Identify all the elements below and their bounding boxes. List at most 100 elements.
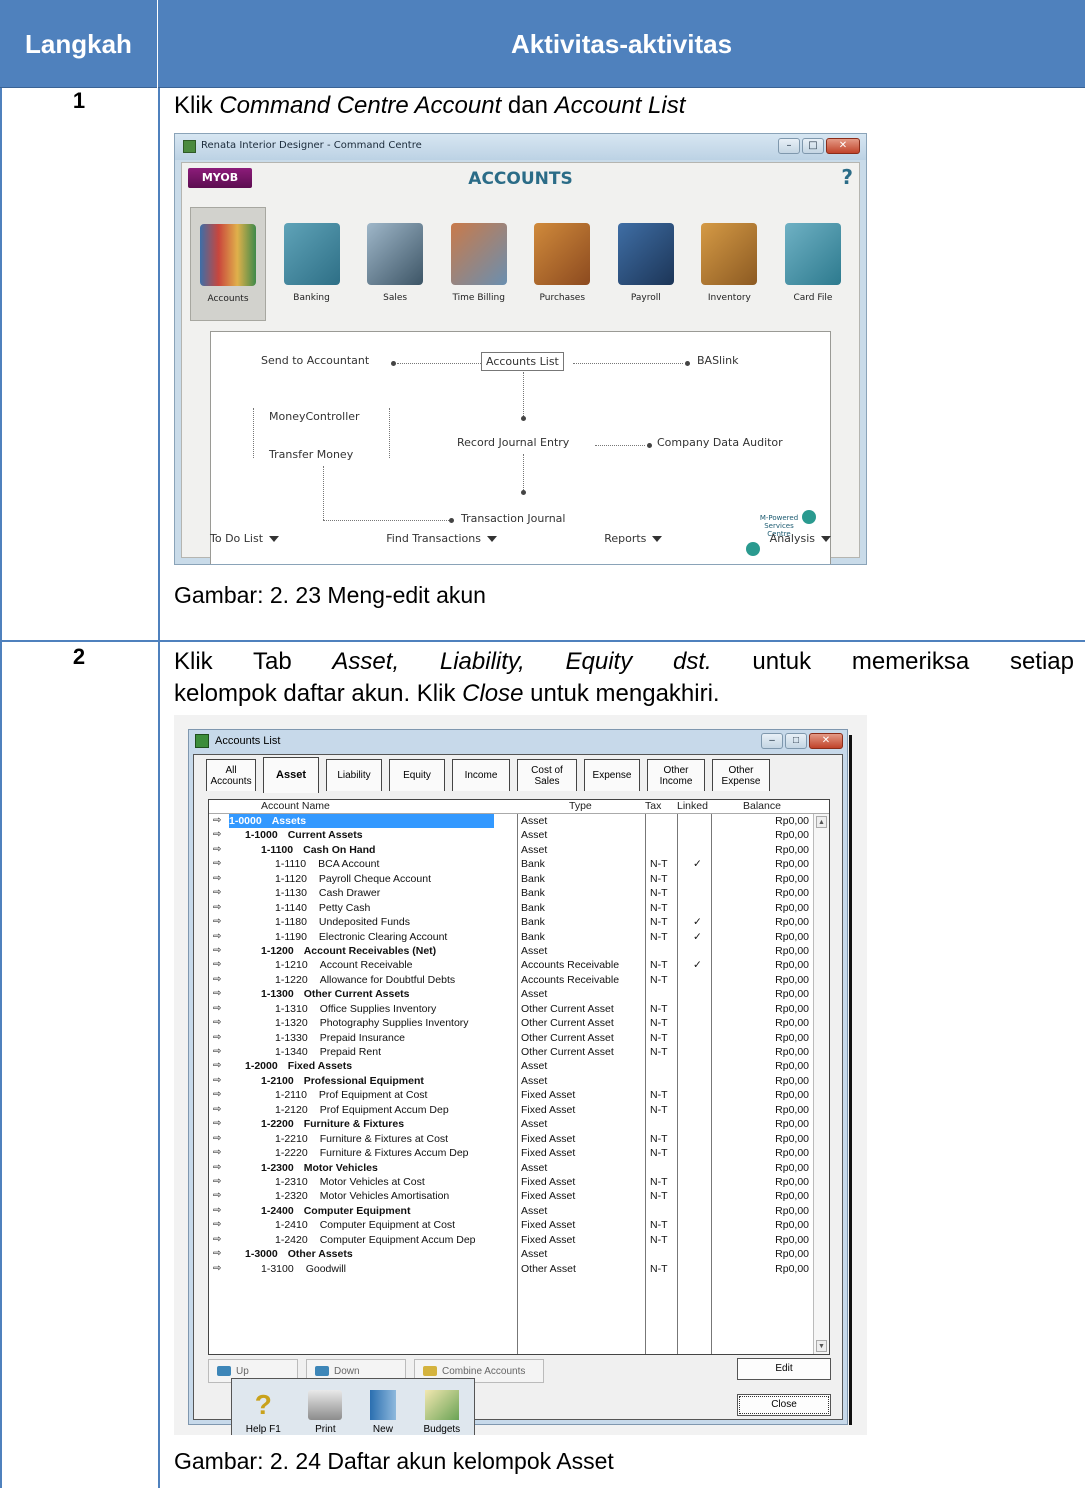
account-row[interactable]: ⇨ 1-1300 Other Current Assets Asset Rp0,00 xyxy=(209,987,829,1001)
column-account-name[interactable]: Account Name xyxy=(261,800,330,812)
account-row[interactable]: ⇨ 1-1310 Office Supplies Inventory Other Cu… xyxy=(209,1002,829,1016)
zoom-arrow-icon[interactable]: ⇨ xyxy=(213,1016,221,1030)
send-to-accountant-link[interactable]: Send to Accountant xyxy=(261,354,369,367)
account-row[interactable]: ⇨ 1-1200 Account Receivables (Net) Asset Rp0… xyxy=(209,944,829,958)
zoom-arrow-icon[interactable]: ⇨ xyxy=(213,828,221,842)
zoom-arrow-icon[interactable]: ⇨ xyxy=(213,886,221,900)
zoom-arrow-icon[interactable]: ⇨ xyxy=(213,915,221,929)
account-row[interactable]: ⇨ 1-2420 Computer Equipment Accum Dep Fixed… xyxy=(209,1233,829,1247)
account-row[interactable]: ⇨ 1-3000 Other Assets Asset Rp0,00 xyxy=(209,1247,829,1261)
account-row[interactable]: ⇨ 1-1110 BCA Account Bank N-T ✓ Rp0,00 xyxy=(209,857,829,871)
budgets-button[interactable]: Budgets xyxy=(423,1390,460,1435)
account-row[interactable]: ⇨ 1-1180 Undeposited Funds Bank N-T ✓ Rp0,00 xyxy=(209,915,829,929)
account-row[interactable]: ⇨ 1-1120 Payroll Cheque Account Bank N-T Rp0,… xyxy=(209,872,829,886)
tab-asset[interactable]: Asset xyxy=(263,757,319,793)
zoom-arrow-icon[interactable]: ⇨ xyxy=(213,987,221,1001)
zoom-arrow-icon[interactable]: ⇨ xyxy=(213,973,221,987)
account-row[interactable]: ⇨ 1-1100 Cash On Hand Asset Rp0,00 xyxy=(209,843,829,857)
zoom-arrow-icon[interactable]: ⇨ xyxy=(213,1002,221,1016)
reports-menu[interactable]: Reports xyxy=(604,532,663,545)
account-row[interactable]: ⇨ 1-2110 Prof Equipment at Cost Fixed Asset… xyxy=(209,1088,829,1102)
account-row[interactable]: ⇨ 1-1340 Prepaid Rent Other Current Asset N-… xyxy=(209,1045,829,1059)
zoom-arrow-icon[interactable]: ⇨ xyxy=(213,1074,221,1088)
vertical-scrollbar[interactable]: ▲ ▼ xyxy=(813,814,829,1354)
column-tax[interactable]: Tax xyxy=(645,800,661,812)
tab-other-income[interactable]: Other Income xyxy=(647,759,705,791)
company-data-auditor-link[interactable]: Company Data Auditor xyxy=(657,436,783,449)
module-purchases[interactable]: Purchases xyxy=(524,207,600,321)
account-row[interactable]: ⇨ 1-1130 Cash Drawer Bank N-T Rp0,00 xyxy=(209,886,829,900)
account-row[interactable]: ⇨ 1-1220 Allowance for Doubtful Debts Accou… xyxy=(209,973,829,987)
zoom-arrow-icon[interactable]: ⇨ xyxy=(213,1132,221,1146)
account-row[interactable]: ⇨ 1-1000 Current Assets Asset Rp0,00 xyxy=(209,828,829,842)
account-row[interactable]: ⇨ 1-1330 Prepaid Insurance Other Current As… xyxy=(209,1031,829,1045)
module-banking[interactable]: Banking xyxy=(274,207,350,321)
account-row[interactable]: ⇨ 1-2120 Prof Equipment Accum Dep Fixed Ass… xyxy=(209,1103,829,1117)
zoom-arrow-icon[interactable]: ⇨ xyxy=(213,930,221,944)
account-row[interactable]: ⇨ 1-1210 Account Receivable Accounts Receiv… xyxy=(209,958,829,972)
tab-other-expense[interactable]: Other Expense xyxy=(712,759,770,791)
zoom-arrow-icon[interactable]: ⇨ xyxy=(213,1031,221,1045)
account-row[interactable]: ⇨ 1-2210 Furniture & Fixtures at Cost Fixed… xyxy=(209,1132,829,1146)
account-row[interactable]: ⇨ 1-0000 Assets Asset Rp0,00 xyxy=(209,814,829,828)
zoom-arrow-icon[interactable]: ⇨ xyxy=(213,1247,221,1261)
zoom-arrow-icon[interactable]: ⇨ xyxy=(213,1146,221,1160)
account-row[interactable]: ⇨ 1-2410 Computer Equipment at Cost Fixed A… xyxy=(209,1218,829,1232)
module-payroll[interactable]: Payroll xyxy=(608,207,684,321)
zoom-arrow-icon[interactable]: ⇨ xyxy=(213,1218,221,1232)
account-row[interactable]: ⇨ 1-2220 Furniture & Fixtures Accum Dep Fix… xyxy=(209,1146,829,1160)
zoom-arrow-icon[interactable]: ⇨ xyxy=(213,1189,221,1203)
find-transactions-menu[interactable]: Find Transactions xyxy=(386,532,497,545)
zoom-arrow-icon[interactable]: ⇨ xyxy=(213,1059,221,1073)
account-row[interactable]: ⇨ 1-2320 Motor Vehicles Amortisation Fixed … xyxy=(209,1189,829,1203)
close-icon[interactable]: ✕ xyxy=(809,733,843,749)
zoom-arrow-icon[interactable]: ⇨ xyxy=(213,1204,221,1218)
column-linked[interactable]: Linked xyxy=(677,800,708,812)
module-accounts[interactable]: Accounts xyxy=(190,207,266,321)
edit-button[interactable]: Edit xyxy=(737,1358,831,1380)
scroll-up-icon[interactable]: ▲ xyxy=(816,816,827,828)
tab-expense[interactable]: Expense xyxy=(584,759,640,791)
account-row[interactable]: ⇨ 1-2200 Furniture & Fixtures Asset Rp0,00 xyxy=(209,1117,829,1131)
scroll-down-icon[interactable]: ▼ xyxy=(816,1340,827,1352)
new-button[interactable]: New xyxy=(369,1390,396,1435)
tab-income[interactable]: Income xyxy=(452,759,510,791)
to-do-list-menu[interactable]: To Do List xyxy=(210,532,280,545)
column-type[interactable]: Type xyxy=(569,800,592,812)
tab-equity[interactable]: Equity xyxy=(389,759,445,791)
account-row[interactable]: ⇨ 1-1140 Petty Cash Bank N-T Rp0,00 xyxy=(209,901,829,915)
zoom-arrow-icon[interactable]: ⇨ xyxy=(213,1117,221,1131)
maximize-icon[interactable]: □ xyxy=(802,138,824,154)
account-row[interactable]: ⇨ 1-1320 Photography Supplies Inventory Oth… xyxy=(209,1016,829,1030)
tab-all-accounts[interactable]: All Accounts xyxy=(206,759,256,791)
accounts-list-link[interactable]: Accounts List xyxy=(481,352,564,371)
zoom-arrow-icon[interactable]: ⇨ xyxy=(213,843,221,857)
analysis-menu[interactable]: Analysis xyxy=(770,532,831,545)
help-icon[interactable]: ? xyxy=(841,165,853,189)
help-button[interactable]: ? Help F1 xyxy=(246,1390,281,1436)
tab-liability[interactable]: Liability xyxy=(326,759,382,791)
zoom-arrow-icon[interactable]: ⇨ xyxy=(213,901,221,915)
account-row[interactable]: ⇨ 1-1190 Electronic Clearing Account Bank N-… xyxy=(209,930,829,944)
zoom-arrow-icon[interactable]: ⇨ xyxy=(213,1088,221,1102)
minimize-icon[interactable]: – xyxy=(778,138,800,154)
zoom-arrow-icon[interactable]: ⇨ xyxy=(213,1103,221,1117)
print-button[interactable]: Print xyxy=(308,1390,343,1435)
tab-cost-of-sales[interactable]: Cost of Sales xyxy=(517,759,577,791)
zoom-arrow-icon[interactable]: ⇨ xyxy=(213,1161,221,1175)
zoom-arrow-icon[interactable]: ⇨ xyxy=(213,857,221,871)
account-row[interactable]: ⇨ 1-2400 Computer Equipment Asset Rp0,00 xyxy=(209,1204,829,1218)
baslink-link[interactable]: BASlink xyxy=(697,354,739,367)
zoom-arrow-icon[interactable]: ⇨ xyxy=(213,1045,221,1059)
account-row[interactable]: ⇨ 1-2000 Fixed Assets Asset Rp0,00 xyxy=(209,1059,829,1073)
account-row[interactable]: ⇨ 1-2310 Motor Vehicles at Cost Fixed Asset… xyxy=(209,1175,829,1189)
account-row[interactable]: ⇨ 1-2300 Motor Vehicles Asset Rp0,00 xyxy=(209,1161,829,1175)
close-button[interactable]: Close xyxy=(737,1394,831,1416)
module-card-file[interactable]: Card File xyxy=(775,207,851,321)
zoom-arrow-icon[interactable]: ⇨ xyxy=(213,872,221,886)
zoom-arrow-icon[interactable]: ⇨ xyxy=(213,1262,221,1276)
module-time-billing[interactable]: Time Billing xyxy=(441,207,517,321)
money-controller-link[interactable]: MoneyController xyxy=(269,410,360,423)
module-inventory[interactable]: Inventory xyxy=(691,207,767,321)
module-sales[interactable]: Sales xyxy=(357,207,433,321)
